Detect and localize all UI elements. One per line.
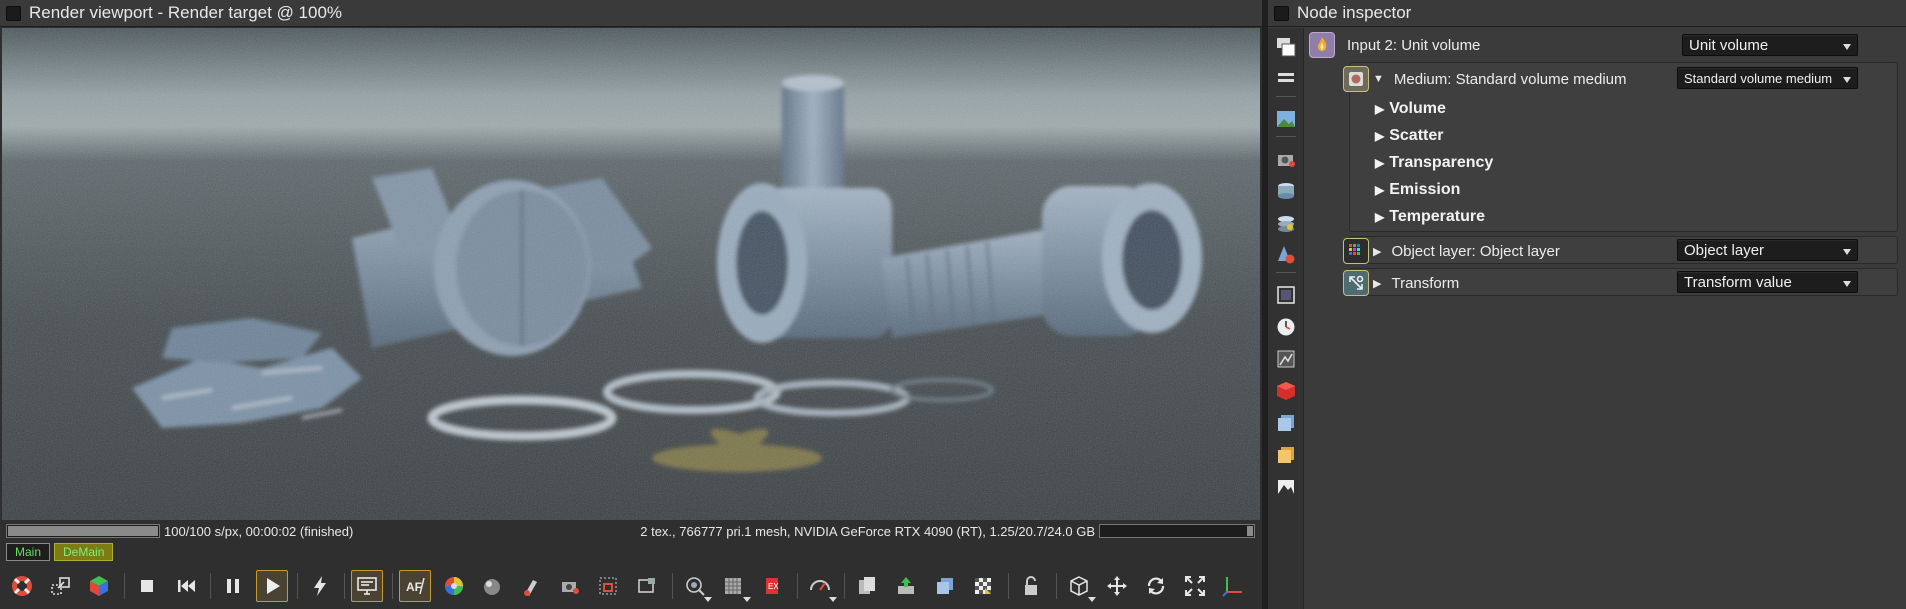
- list-icon[interactable]: [1273, 66, 1299, 92]
- lock-icon[interactable]: [1015, 570, 1047, 602]
- cube-stack-icon[interactable]: [929, 570, 961, 602]
- viewport-toolbar: AF EX: [6, 566, 1256, 606]
- lifebuoy-icon[interactable]: [6, 570, 38, 602]
- object-layer-row[interactable]: ▶ Object layer: Object layer: [1343, 237, 1560, 265]
- group-emission[interactable]: ▶ Emission: [1375, 181, 1460, 199]
- render-image[interactable]: [2, 28, 1260, 520]
- render-progress-bar: [6, 524, 160, 538]
- axis-icon[interactable]: [1217, 570, 1249, 602]
- skip-back-icon[interactable]: [170, 570, 202, 602]
- lightning-icon[interactable]: [304, 570, 336, 602]
- sphere-icon[interactable]: [476, 570, 508, 602]
- medium-collapse-arrow[interactable]: ▼: [1373, 73, 1384, 85]
- pause-icon[interactable]: [217, 570, 249, 602]
- blue-cube-icon[interactable]: [1273, 410, 1299, 436]
- film-region-icon[interactable]: [631, 570, 663, 602]
- input-pin-label: Input 2: Unit volume: [1347, 36, 1481, 54]
- geometry-icon[interactable]: [1273, 178, 1299, 204]
- object-layer-expand-arrow[interactable]: ▶: [1373, 245, 1381, 258]
- lock-region-icon[interactable]: [679, 570, 713, 602]
- svg-text:AF: AF: [406, 580, 422, 594]
- transform-label: Transform: [1391, 274, 1460, 292]
- mountain-icon[interactable]: [1273, 474, 1299, 500]
- region-icon[interactable]: [592, 570, 624, 602]
- viewport-title: Render viewport - Render target @ 100%: [29, 3, 343, 22]
- object-layer-select[interactable]: Object layer: [1677, 239, 1858, 261]
- expand-arrow-icon: ▶: [1375, 210, 1385, 224]
- camera-picker-icon[interactable]: [554, 570, 586, 602]
- transform-icon[interactable]: [1343, 270, 1369, 296]
- medium-node-icon[interactable]: [1343, 66, 1369, 92]
- object-layer-label: Object layer: Object layer: [1391, 242, 1560, 260]
- volume-node-icon[interactable]: [1309, 32, 1335, 58]
- color-wheel-icon[interactable]: [438, 570, 470, 602]
- af-focus-icon[interactable]: AF: [399, 570, 431, 602]
- group-scatter[interactable]: ▶ Scatter: [1375, 127, 1443, 145]
- inspector-title: Node inspector: [1297, 3, 1412, 22]
- node-parameter-area: Input 2: Unit volume Unit volume ▼ Mediu…: [1305, 28, 1906, 609]
- render-viewport-panel: Render viewport - Render target @ 100% 1…: [0, 0, 1262, 609]
- render-statistics: 100/100 s/px, 00:00:02 (finished): [164, 524, 354, 539]
- material-picker-icon[interactable]: [515, 570, 547, 602]
- clay-mode-icon[interactable]: [717, 570, 752, 602]
- svg-text:EX: EX: [768, 582, 779, 591]
- gauge-icon[interactable]: [804, 570, 838, 602]
- camera-icon[interactable]: [1273, 146, 1299, 172]
- expand-arrow-icon: ▶: [1375, 183, 1385, 197]
- render-status-bar: 100/100 s/px, 00:00:02 (finished) 2 tex.…: [0, 521, 1262, 541]
- red-cube-icon[interactable]: [1273, 378, 1299, 404]
- medium-row[interactable]: ▼ Medium: Standard volume medium: [1343, 65, 1627, 93]
- group-temperature[interactable]: ▶ Temperature: [1375, 208, 1485, 226]
- input-type-value: Unit volume: [1689, 36, 1769, 54]
- group-transparency[interactable]: ▶ Transparency: [1375, 154, 1493, 172]
- copy-icon[interactable]: [851, 570, 883, 602]
- node-inspector-panel: Node inspector Input 2: Unit volume Unit…: [1268, 0, 1906, 609]
- clock-icon[interactable]: [1273, 314, 1299, 340]
- tab-demain[interactable]: DeMain: [54, 543, 114, 561]
- medium-type-select[interactable]: Standard volume medium: [1677, 67, 1858, 89]
- rendered-scene: [2, 28, 1260, 520]
- resize-icon[interactable]: [45, 570, 77, 602]
- viewport-title-bar: Render viewport - Render target @ 100%: [0, 0, 1262, 27]
- medium-label: Medium: Standard volume medium: [1393, 70, 1627, 88]
- inspector-title-bar: Node inspector: [1268, 0, 1906, 27]
- input-type-select[interactable]: Unit volume: [1682, 34, 1858, 56]
- checker-icon[interactable]: [967, 570, 999, 602]
- expand-arrow-icon: ▶: [1375, 129, 1385, 143]
- texture-icon[interactable]: [1273, 346, 1299, 372]
- rgb-cube-icon[interactable]: [83, 570, 115, 602]
- medium-type-value: Standard volume medium: [1684, 70, 1833, 86]
- mesh-icon[interactable]: [1273, 210, 1299, 236]
- windows-icon[interactable]: [1273, 34, 1299, 60]
- transform-select[interactable]: Transform value: [1677, 271, 1858, 293]
- expand-arrow-icon: ▶: [1375, 102, 1385, 116]
- transform-row[interactable]: ▶ Transform: [1343, 269, 1459, 297]
- gpu-memory-bar: [1099, 524, 1255, 538]
- scene-statistics: 2 tex., 766777 pri.1 mesh, NVIDIA GeForc…: [640, 524, 1095, 539]
- render-pass-tabs: Main DeMain: [6, 543, 114, 561]
- subsample-icon[interactable]: EX: [756, 570, 788, 602]
- inspector-side-toolbar: [1268, 28, 1304, 609]
- yellow-cube-icon[interactable]: [1273, 442, 1299, 468]
- group-volume[interactable]: ▶ Volume: [1375, 100, 1446, 118]
- tab-main[interactable]: Main: [6, 543, 51, 561]
- frame-icon[interactable]: [1273, 282, 1299, 308]
- upload-icon[interactable]: [890, 570, 922, 602]
- expand-arrow-icon: ▶: [1375, 156, 1385, 170]
- rotate-icon[interactable]: [1140, 570, 1172, 602]
- monitor-icon[interactable]: [351, 570, 384, 602]
- object-layer-value: Object layer: [1684, 241, 1765, 259]
- material-icon[interactable]: [1273, 242, 1299, 268]
- viewport-close-button[interactable]: [6, 5, 21, 21]
- image-icon[interactable]: [1273, 106, 1299, 132]
- stop-icon[interactable]: [131, 570, 163, 602]
- object-layer-icon[interactable]: [1343, 238, 1369, 264]
- move-icon[interactable]: [1101, 570, 1133, 602]
- wire-cube-icon[interactable]: [1063, 570, 1097, 602]
- transform-value: Transform value: [1684, 273, 1792, 291]
- fit-icon[interactable]: [1179, 570, 1211, 602]
- inspector-close-button[interactable]: [1274, 5, 1289, 21]
- transform-expand-arrow[interactable]: ▶: [1373, 277, 1381, 290]
- play-icon[interactable]: [256, 570, 288, 602]
